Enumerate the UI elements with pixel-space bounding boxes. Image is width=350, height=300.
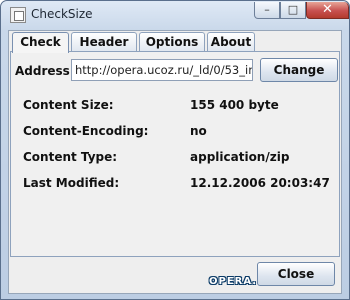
maximize-icon: □ (287, 3, 299, 16)
window-title: CheckSize (31, 7, 93, 21)
content-size-value: 155 400 byte (190, 98, 279, 112)
close-button[interactable]: Close (257, 262, 335, 286)
address-input[interactable]: http://opera.ucoz.ru/_ld/0/53_inst (71, 59, 253, 81)
client-area: Check Header Options About Address: http… (8, 30, 342, 294)
content-encoding-value: no (190, 124, 207, 138)
tab-check[interactable]: Check (12, 32, 69, 53)
close-window-button[interactable]: ✕ (306, 2, 349, 19)
last-modified-label: Last Modified: (23, 176, 120, 190)
tab-options[interactable]: Options (139, 32, 205, 52)
tab-about[interactable]: About (207, 32, 255, 52)
content-type-value: application/zip (190, 150, 290, 164)
app-icon (10, 7, 26, 23)
maximize-button[interactable]: □ (280, 2, 306, 19)
tab-header[interactable]: Header (71, 32, 137, 52)
content-size-label: Content Size: (23, 98, 114, 112)
check-tab-panel: Address: http://opera.ucoz.ru/_ld/0/53_i… (10, 51, 340, 257)
content-encoding-label: Content-Encoding: (23, 124, 149, 138)
address-value: http://opera.ucoz.ru/_ld/0/53_inst (75, 63, 253, 77)
last-modified-value: 12.12.2006 20:03:47 (190, 176, 330, 190)
address-label: Address: (15, 64, 75, 78)
title-bar[interactable]: CheckSize – □ ✕ (1, 1, 349, 29)
content-type-label: Content Type: (23, 150, 118, 164)
close-icon: ✕ (322, 2, 333, 17)
footer-bar: OPERA.UCOZ.RU Close (9, 259, 341, 293)
change-button[interactable]: Change (260, 58, 338, 82)
checksize-window: CheckSize – □ ✕ Check Header Options Abo… (0, 0, 350, 300)
minimize-icon: – (264, 3, 270, 16)
minimize-button[interactable]: – (254, 2, 280, 19)
